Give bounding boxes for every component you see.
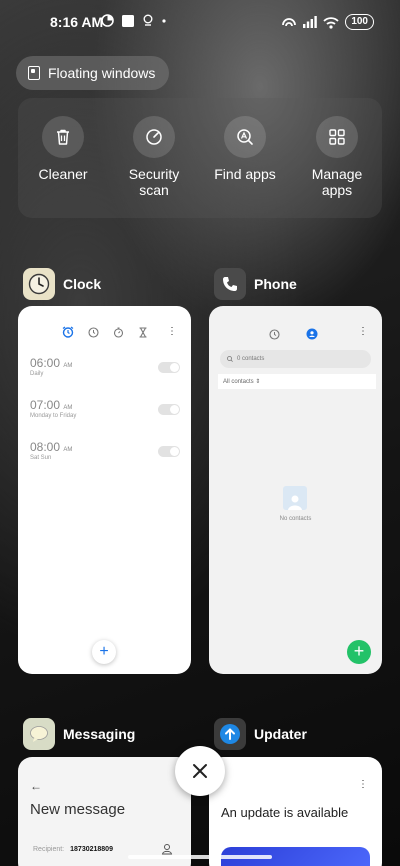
alarm-time: 06:00 xyxy=(30,356,61,370)
phone-app-icon xyxy=(214,268,246,300)
floating-windows-label: Floating windows xyxy=(48,65,156,81)
status-time: 8:16 AM xyxy=(50,14,104,30)
phone-app-header[interactable]: Phone xyxy=(214,268,297,300)
back-arrow-icon[interactable]: ← xyxy=(30,779,42,793)
contacts-filter[interactable]: All contacts ⇕ xyxy=(218,374,376,389)
grid-icon xyxy=(329,129,345,145)
phone-app-title: Phone xyxy=(254,276,297,292)
messaging-app-title: Messaging xyxy=(63,726,136,742)
updater-app-icon xyxy=(214,718,246,750)
updater-more-icon[interactable]: ⋮ xyxy=(358,779,368,790)
alarm-item[interactable]: 06:00 AM Daily xyxy=(30,356,180,377)
updater-app-header[interactable]: Updater xyxy=(214,718,307,750)
messaging-app-card[interactable]: ← New message Recipient: 18730218809 xyxy=(18,757,191,866)
alarm-time: 08:00 xyxy=(30,440,61,454)
notification-square-icon xyxy=(122,14,134,27)
updater-app-title: Updater xyxy=(254,726,307,742)
quick-actions-panel: Cleaner Security scan Find apps Manage a… xyxy=(18,98,382,218)
empty-contacts-text: No contacts xyxy=(279,516,312,522)
clock-app-header[interactable]: Clock xyxy=(23,268,101,300)
dot-icon xyxy=(162,18,166,23)
cleaner-label: Cleaner xyxy=(38,166,88,182)
security-scan-icon xyxy=(146,129,162,145)
timer-icon[interactable] xyxy=(138,326,148,338)
updater-app-card[interactable]: ⋮ An update is available xyxy=(209,757,382,866)
status-icons-right: 100 xyxy=(281,14,374,30)
recipient-label: Recipient: xyxy=(33,846,65,853)
contacts-tab-icon[interactable] xyxy=(306,328,318,340)
wifi-icon xyxy=(323,16,339,29)
clock-more-icon[interactable]: ⋮ xyxy=(167,327,177,337)
floating-window-icon xyxy=(28,66,40,80)
search-icon xyxy=(227,356,233,362)
security-scan-label: Security scan xyxy=(128,166,180,198)
dialpad-button[interactable]: + xyxy=(347,640,371,664)
recipient-value: 18730218809 xyxy=(70,846,113,853)
trash-icon xyxy=(57,129,69,145)
new-message-title: New message xyxy=(30,801,126,818)
alarm-ampm: AM xyxy=(63,447,73,453)
battery-indicator: 100 xyxy=(345,14,374,30)
alarm-toggle[interactable] xyxy=(158,404,180,415)
clock-app-icon xyxy=(23,268,55,300)
search-placeholder: 0 contacts xyxy=(237,356,265,362)
alarm-ampm: AM xyxy=(63,405,73,411)
world-clock-icon[interactable] xyxy=(88,326,99,338)
contacts-filter-label: All contacts xyxy=(223,379,254,385)
home-indicator[interactable] xyxy=(128,855,272,859)
alarm-item[interactable]: 07:00 AM Monday to Friday xyxy=(30,398,180,419)
signal-icon xyxy=(303,16,318,28)
location-icon xyxy=(143,14,153,26)
alarm-repeat: Sat Sun xyxy=(30,455,52,461)
status-icons-left xyxy=(101,14,166,27)
floating-windows-button[interactable]: Floating windows xyxy=(16,56,170,90)
phone-app-card[interactable]: ⋮ 0 contacts All contacts ⇕ No contacts … xyxy=(209,306,382,674)
alarm-ampm: AM xyxy=(63,363,73,369)
alarm-time: 07:00 xyxy=(30,398,61,412)
messaging-app-icon xyxy=(23,718,55,750)
alarm-repeat: Daily xyxy=(30,371,44,377)
alarm-icon[interactable] xyxy=(62,326,74,338)
stopwatch-icon[interactable] xyxy=(113,327,124,338)
manage-apps-label: Manage apps xyxy=(311,166,363,198)
alarm-toggle[interactable] xyxy=(158,446,180,457)
messaging-app-header[interactable]: Messaging xyxy=(23,718,135,750)
alarm-item[interactable]: 08:00 AM Sat Sun xyxy=(30,440,180,461)
recents-icon[interactable] xyxy=(269,328,280,340)
clock-app-card[interactable]: ⋮ 06:00 AM Daily 07:00 AM Monday to Frid… xyxy=(18,306,191,674)
manage-apps-button[interactable]: Manage apps xyxy=(297,116,377,198)
data-saver-icon xyxy=(101,14,114,27)
cleaner-button[interactable]: Cleaner xyxy=(23,116,103,182)
phone-tabs xyxy=(269,328,318,340)
alarm-repeat: Monday to Friday xyxy=(30,413,77,419)
person-icon[interactable] xyxy=(161,843,173,855)
status-bar: 8:16 AM 100 xyxy=(0,0,400,44)
security-scan-button[interactable]: Security scan xyxy=(114,116,194,198)
clock-tabs xyxy=(62,326,148,338)
find-apps-button[interactable]: Find apps xyxy=(205,116,285,182)
clock-app-title: Clock xyxy=(63,276,102,292)
alarm-toggle[interactable] xyxy=(158,362,180,373)
hotspot-icon xyxy=(282,17,297,26)
recipient-row[interactable]: Recipient: 18730218809 xyxy=(33,846,113,853)
empty-contacts-icon xyxy=(283,486,307,510)
filter-sort-icon: ⇕ xyxy=(255,379,261,385)
phone-more-icon[interactable]: ⋮ xyxy=(358,327,368,337)
contacts-search[interactable]: 0 contacts xyxy=(220,350,371,368)
find-apps-label: Find apps xyxy=(214,166,276,182)
clear-all-button[interactable] xyxy=(175,746,225,796)
add-alarm-button[interactable]: + xyxy=(92,640,116,664)
find-apps-icon xyxy=(237,129,253,145)
close-icon xyxy=(193,764,207,778)
update-available-text: An update is available xyxy=(221,805,349,820)
